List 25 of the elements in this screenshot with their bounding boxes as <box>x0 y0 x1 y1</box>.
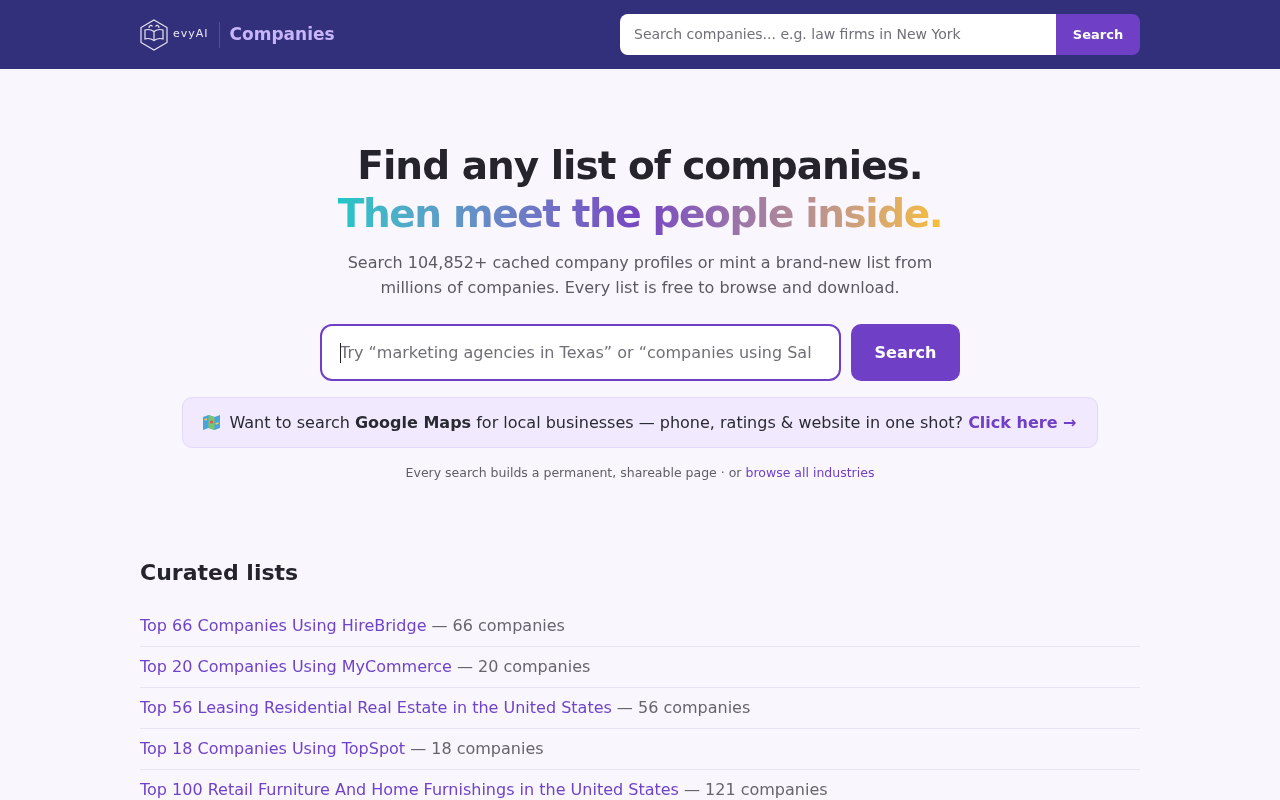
banner-text: Want to search Google Maps for local businesses — phone, ratings & website in one shot? Click here → <box>229 411 1077 434</box>
note-text: Every search builds a permanent, shareable page · or browse all industries <box>405 464 875 482</box>
header-search-button[interactable]: Search <box>1056 14 1140 55</box>
hero-subtitle: Search 104,852+ cached company profiles or mint a brand-new list from millions of companies. Every list is free to browse and download. <box>346 252 934 299</box>
list-link[interactable]: Top 56 Leasing Residential Real Estate in the United States <box>140 698 612 717</box>
section-heading: Curated lists <box>140 558 300 587</box>
hero-search-button[interactable]: Search <box>851 324 960 381</box>
hero-search-field[interactable]: Try “marketing agencies in Texas” or “companies using Sal <box>320 324 841 381</box>
hero-title: Find any list of companies. <box>357 142 923 190</box>
company-count: — 18 companies <box>410 739 544 758</box>
list-link[interactable]: Top 100 Retail Furniture And Home Furnishings in the United States <box>140 780 679 799</box>
company-count: — 56 companies <box>616 698 751 717</box>
folded-map-icon <box>203 415 221 430</box>
logo-icon <box>140 18 168 51</box>
banner-link[interactable]: Click here → <box>968 412 1077 432</box>
company-count: — 20 companies <box>456 657 591 676</box>
list-link[interactable]: Top 20 Companies Using MyCommerce <box>140 657 452 676</box>
browse-industries-link[interactable]: browse all industries <box>745 465 875 480</box>
logo-text: evyAI <box>173 26 209 43</box>
list-link[interactable]: Top 66 Companies Using HireBridge <box>140 616 427 635</box>
section-title: Companies <box>229 22 335 46</box>
header-search-field[interactable]: Search companies... e.g. law firms in New York <box>620 14 1056 55</box>
list-link[interactable]: Top 18 Companies Using TopSpot <box>140 739 406 758</box>
company-count: — 66 companies <box>431 616 565 635</box>
company-count: — 121 companies <box>683 780 828 799</box>
